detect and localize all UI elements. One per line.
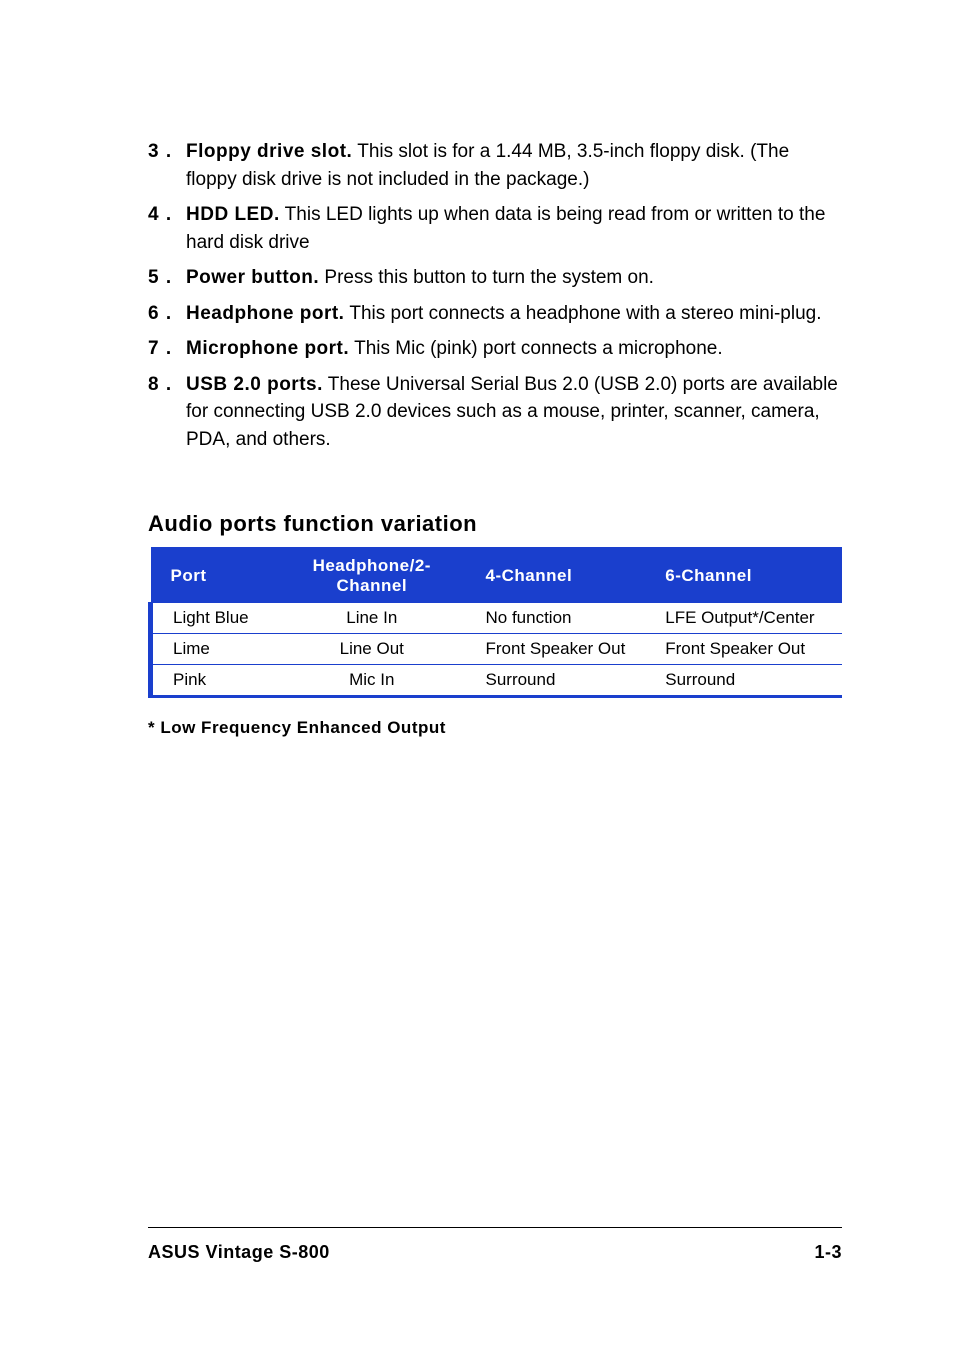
item-body: HDD LED. This LED lights up when data is… [186,201,842,256]
item-number: 8 . [148,371,186,454]
table-header-row: Port Headphone/2-Channel 4-Channel 6-Cha… [151,549,843,603]
list-item: 4 . HDD LED. This LED lights up when dat… [148,201,842,256]
section-title: Audio ports function variation [148,511,842,537]
cell: Line Out [268,634,475,665]
item-number: 3 . [148,138,186,193]
list-item: 6 . Headphone port. This port connects a… [148,300,842,328]
item-number: 6 . [148,300,186,328]
th-4ch: 4-Channel [475,549,655,603]
list-item: 8 . USB 2.0 ports. These Universal Seria… [148,371,842,454]
item-number: 4 . [148,201,186,256]
item-number: 5 . [148,264,186,292]
page-footer: ASUS Vintage S-800 1-3 [148,1227,842,1263]
numbered-list: 3 . Floppy drive slot. This slot is for … [148,138,842,453]
cell: Line In [268,603,475,634]
item-text: This LED lights up when data is being re… [186,204,825,253]
item-body: USB 2.0 ports. These Universal Serial Bu… [186,371,842,454]
item-number: 7 . [148,335,186,363]
cell: Mic In [268,665,475,697]
table-row: Lime Line Out Front Speaker Out Front Sp… [151,634,843,665]
audio-table: Port Headphone/2-Channel 4-Channel 6-Cha… [148,547,842,698]
list-item: 7 . Microphone port. This Mic (pink) por… [148,335,842,363]
item-text: This port connects a headphone with a st… [344,303,821,324]
item-text: Press this button to turn the system on. [319,267,654,288]
footer-right: 1-3 [814,1242,842,1263]
cell: Surround [475,665,655,697]
footnote: * Low Frequency Enhanced Output [148,718,842,738]
item-text: This Mic (pink) port connects a micropho… [349,338,722,359]
item-body: Floppy drive slot. This slot is for a 1.… [186,138,842,193]
th-2ch: Headphone/2-Channel [268,549,475,603]
list-item: 5 . Power button. Press this button to t… [148,264,842,292]
item-body: Power button. Press this button to turn … [186,264,842,292]
cell: LFE Output*/Center [655,603,842,634]
cell: No function [475,603,655,634]
cell: Light Blue [151,603,269,634]
item-lead: Microphone port. [186,338,349,359]
item-lead: Power button. [186,267,319,288]
item-lead: HDD LED. [186,204,280,225]
footer-left: ASUS Vintage S-800 [148,1242,330,1263]
cell: Lime [151,634,269,665]
table-row: Light Blue Line In No function LFE Outpu… [151,603,843,634]
cell: Pink [151,665,269,697]
list-item: 3 . Floppy drive slot. This slot is for … [148,138,842,193]
cell: Front Speaker Out [655,634,842,665]
th-port: Port [151,549,269,603]
th-6ch: 6-Channel [655,549,842,603]
item-lead: Floppy drive slot. [186,141,352,162]
item-body: Microphone port. This Mic (pink) port co… [186,335,842,363]
cell: Front Speaker Out [475,634,655,665]
table-row: Pink Mic In Surround Surround [151,665,843,697]
item-lead: Headphone port. [186,303,344,324]
cell: Surround [655,665,842,697]
item-lead: USB 2.0 ports. [186,374,323,395]
item-body: Headphone port. This port connects a hea… [186,300,842,328]
